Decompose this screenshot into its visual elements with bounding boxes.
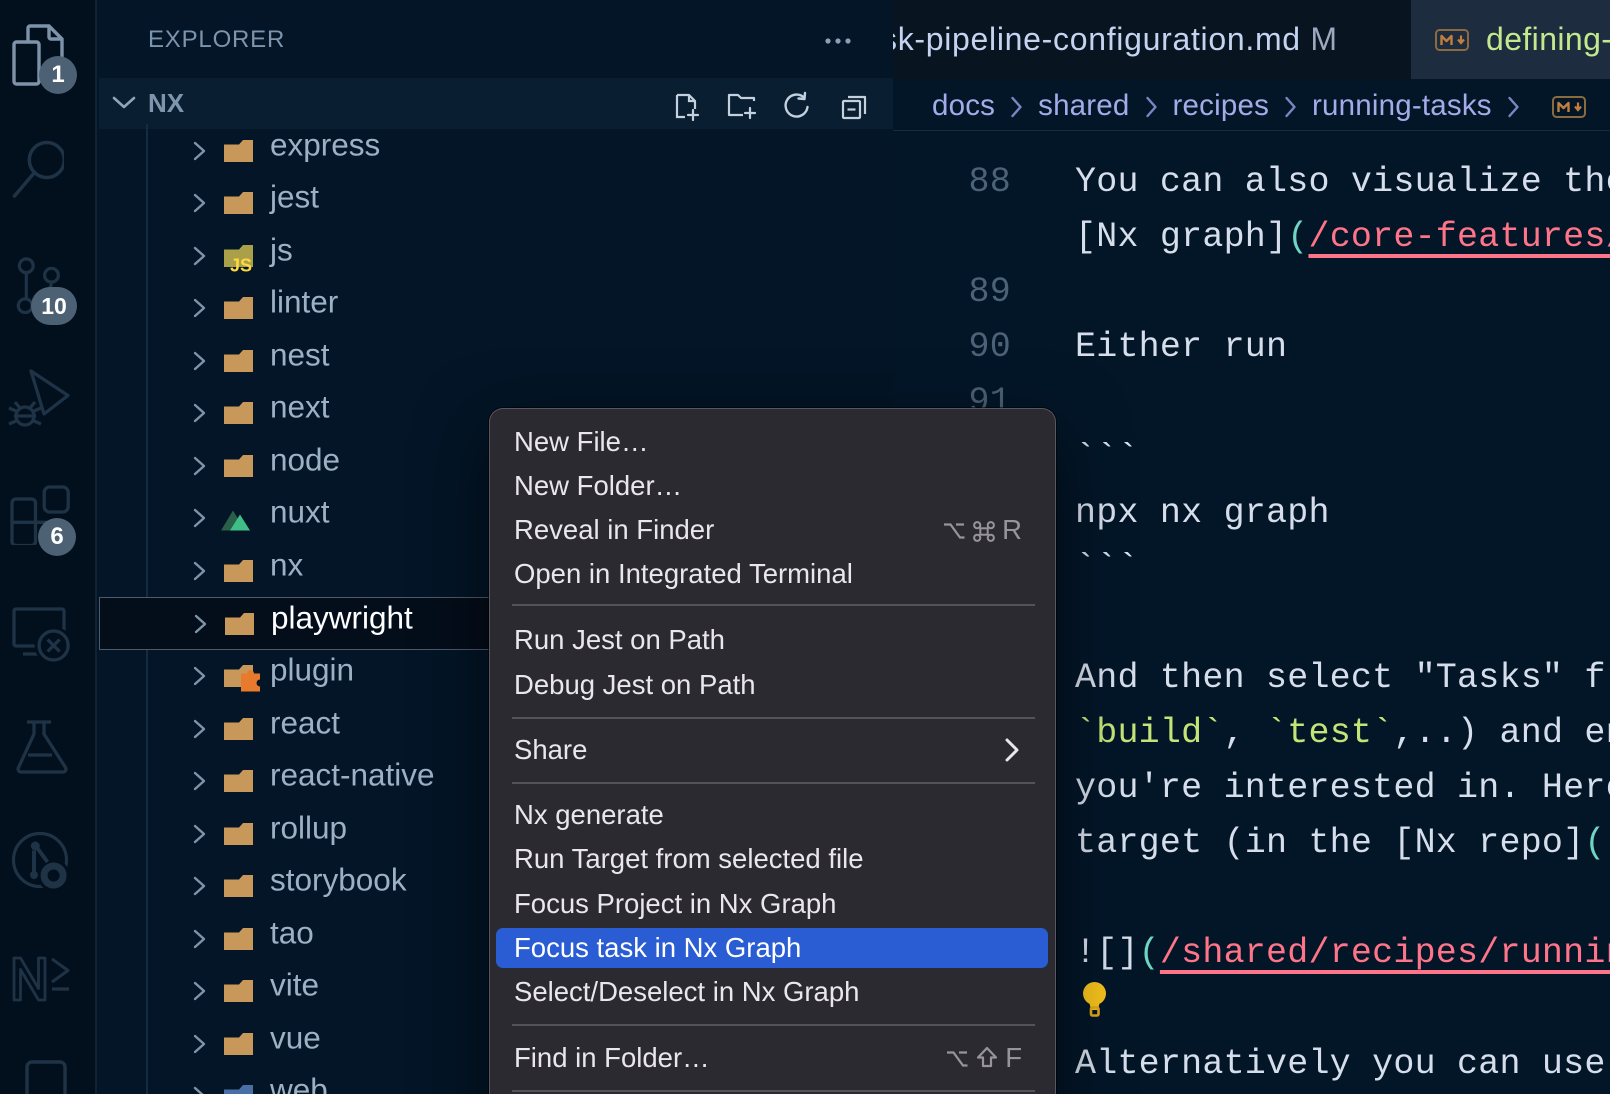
svg-text:JS: JS <box>230 255 252 275</box>
